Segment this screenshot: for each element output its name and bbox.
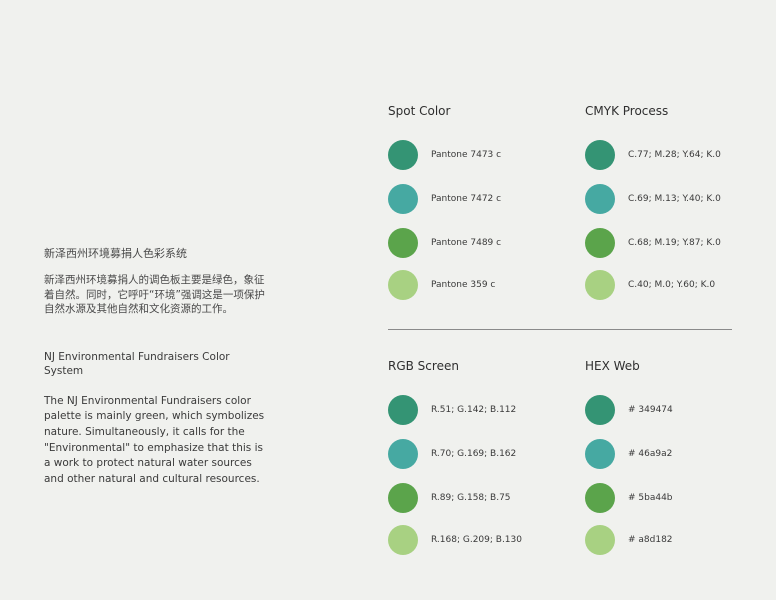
- swatch-label: R.89; G.158; B.75: [431, 493, 511, 503]
- swatch-label: R.51; G.142; B.112: [431, 405, 517, 415]
- intro-body-en: The NJ Environmental Fundraisers color p…: [44, 394, 265, 486]
- swatch-label: Pantone 7473 c: [431, 150, 502, 160]
- swatch-row: Pantone 7489 c: [388, 228, 568, 258]
- intro-title-en: NJ Environmental Fundraisers Color Syste…: [44, 350, 230, 377]
- swatch-light-green: [388, 525, 418, 555]
- swatch-row: R.168; G.209; B.130: [388, 525, 568, 555]
- swatch-row: # 46a9a2: [585, 439, 765, 469]
- swatch-dark-green: [585, 140, 615, 170]
- section-divider: [388, 329, 732, 330]
- swatch-row: R.89; G.158; B.75: [388, 483, 568, 513]
- swatch-row: C.69; M.13; Y.40; K.0: [585, 184, 765, 214]
- section-title: RGB Screen: [388, 359, 459, 373]
- swatch-label: C.77; M.28; Y.64; K.0: [628, 150, 721, 160]
- swatch-dark-green: [388, 395, 418, 425]
- swatch-label: # 349474: [628, 405, 673, 415]
- swatch-label: C.69; M.13; Y.40; K.0: [628, 194, 721, 204]
- swatch-light-green: [388, 270, 418, 300]
- intro-block: 新泽西州环境募捐人色彩系统 新泽西州环境募捐人的调色板主要是绿色，象征着自然。同…: [44, 246, 266, 488]
- swatch-teal: [585, 184, 615, 214]
- section-title: Spot Color: [388, 104, 451, 118]
- swatch-label: Pantone 7489 c: [431, 238, 502, 248]
- swatch-label: C.68; M.19; Y.87; K.0: [628, 238, 721, 248]
- swatch-row: C.77; M.28; Y.64; K.0: [585, 140, 765, 170]
- section-title: HEX Web: [585, 359, 640, 373]
- swatch-teal: [585, 439, 615, 469]
- swatch-row: R.70; G.169; B.162: [388, 439, 568, 469]
- swatch-row: Pantone 7473 c: [388, 140, 568, 170]
- swatch-label: # 46a9a2: [628, 449, 673, 459]
- swatch-row: C.68; M.19; Y.87; K.0: [585, 228, 765, 258]
- swatch-row: C.40; M.0; Y.60; K.0: [585, 270, 765, 300]
- swatch-green: [388, 228, 418, 258]
- swatch-label: R.70; G.169; B.162: [431, 449, 517, 459]
- swatch-row: Pantone 7472 c: [388, 184, 568, 214]
- swatch-label: C.40; M.0; Y.60; K.0: [628, 280, 716, 290]
- swatch-dark-green: [388, 140, 418, 170]
- swatch-label: # 5ba44b: [628, 493, 673, 503]
- swatch-green: [388, 483, 418, 513]
- swatch-row: Pantone 359 c: [388, 270, 568, 300]
- swatch-label: # a8d182: [628, 535, 673, 545]
- swatch-green: [585, 228, 615, 258]
- swatch-label: R.168; G.209; B.130: [431, 535, 522, 545]
- intro-body-cn: 新泽西州环境募捐人的调色板主要是绿色，象征着自然。同时，它呼吁“环境”强调这是一…: [44, 274, 265, 315]
- swatch-label: Pantone 7472 c: [431, 194, 502, 204]
- swatch-row: # 349474: [585, 395, 765, 425]
- swatch-light-green: [585, 525, 615, 555]
- swatch-teal: [388, 184, 418, 214]
- section-title: CMYK Process: [585, 104, 669, 118]
- intro-title-cn: 新泽西州环境募捐人色彩系统: [44, 247, 187, 260]
- swatch-teal: [388, 439, 418, 469]
- swatch-row: R.51; G.142; B.112: [388, 395, 568, 425]
- swatch-label: Pantone 359 c: [431, 280, 496, 290]
- swatch-green: [585, 483, 615, 513]
- swatch-dark-green: [585, 395, 615, 425]
- swatch-row: # a8d182: [585, 525, 765, 555]
- swatch-row: # 5ba44b: [585, 483, 765, 513]
- swatch-light-green: [585, 270, 615, 300]
